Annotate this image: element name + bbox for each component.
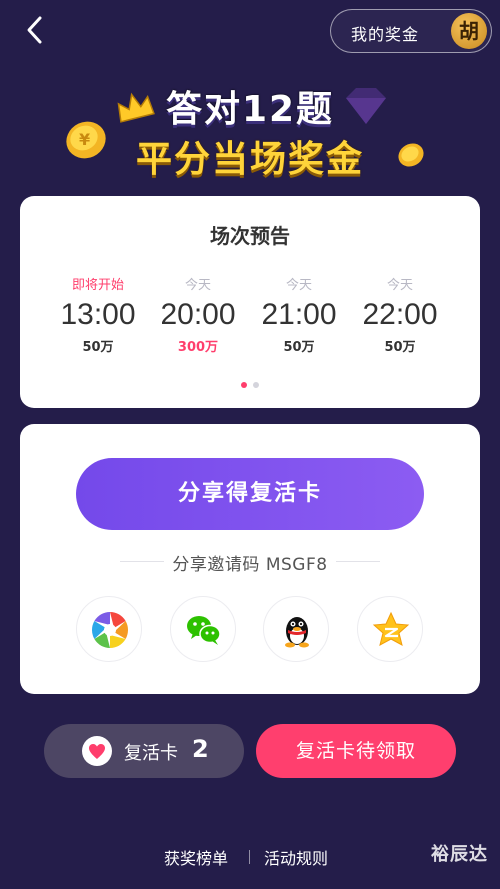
slot-time: 13:00 — [60, 298, 136, 331]
share-qq-button[interactable] — [263, 596, 329, 662]
chevron-left-icon — [27, 16, 42, 44]
moments-icon — [91, 612, 129, 648]
revive-card-label: 复活卡 — [124, 743, 178, 764]
heart-icon-wrap — [82, 736, 112, 766]
my-bonus-button[interactable]: 我的奖金 胡 — [330, 9, 492, 53]
pagination-dot-active — [241, 382, 247, 388]
revive-card-number: 2 — [192, 735, 209, 763]
pagination-dot — [253, 382, 259, 388]
footer-divider — [249, 850, 250, 864]
slot-status: 今天 — [386, 278, 413, 293]
schedule-title: 场次预告 — [210, 224, 290, 248]
slot-time: 21:00 — [261, 298, 337, 331]
revive-card-count[interactable]: 复活卡 2 — [44, 724, 244, 778]
schedule-slot[interactable]: 今天 21:00 50万 — [249, 274, 349, 355]
footer-links: 获奖榜单 活动规则 — [0, 845, 500, 869]
slot-prize: 50万 — [384, 340, 416, 355]
hero-subtitle: 平分当场奖金 — [135, 139, 364, 180]
slot-prize: 50万 — [82, 340, 114, 355]
schedule-slot[interactable]: 即将开始 13:00 50万 — [48, 274, 148, 355]
slot-time: 22:00 — [362, 298, 438, 331]
share-wechat-button[interactable] — [170, 596, 236, 662]
back-button[interactable] — [18, 12, 54, 48]
slot-status: 今天 — [184, 278, 211, 293]
watermark: 裕辰达 — [431, 844, 488, 865]
wechat-icon — [187, 616, 221, 645]
slot-status: 今天 — [285, 278, 312, 293]
schedule-slot[interactable]: 今天 20:00 300万 — [148, 274, 248, 355]
heart-icon — [89, 744, 105, 759]
slot-time: 20:00 — [160, 298, 236, 331]
divider — [336, 561, 380, 562]
share-card: 分享得复活卡 分享邀请码 MSGF8 — [20, 424, 480, 694]
hero-banner: ¥ 答对12题 平分当场奖金 — [0, 70, 500, 190]
rules-link[interactable]: 活动规则 — [264, 845, 328, 869]
top-bar: 我的奖金 胡 — [0, 0, 500, 60]
qzone-icon — [372, 611, 410, 646]
avatar: 胡 — [451, 13, 487, 49]
hero-title: 答对12题 — [165, 89, 335, 130]
leaderboard-link[interactable]: 获奖榜单 — [164, 845, 228, 869]
schedule-slot[interactable]: 今天 22:00 50万 — [350, 274, 450, 355]
slot-prize: 50万 — [283, 340, 315, 355]
pagination-dots — [20, 382, 480, 388]
slot-prize: 300万 — [177, 340, 219, 355]
invite-code-row: 分享邀请码 MSGF8 — [20, 550, 480, 575]
share-moments-button[interactable] — [76, 596, 142, 662]
qq-icon — [285, 617, 309, 648]
share-revive-button[interactable]: 分享得复活卡 — [76, 458, 424, 530]
schedule-card: 场次预告 即将开始 13:00 50万 今天 20:00 300万 今天 21:… — [20, 196, 480, 408]
claim-revive-button[interactable]: 复活卡待领取 — [256, 724, 456, 778]
share-qzone-button[interactable] — [357, 596, 423, 662]
my-bonus-label: 我的奖金 — [351, 25, 420, 44]
slot-status: 即将开始 — [71, 278, 124, 293]
invite-code-text[interactable]: 分享邀请码 MSGF8 — [20, 550, 480, 575]
